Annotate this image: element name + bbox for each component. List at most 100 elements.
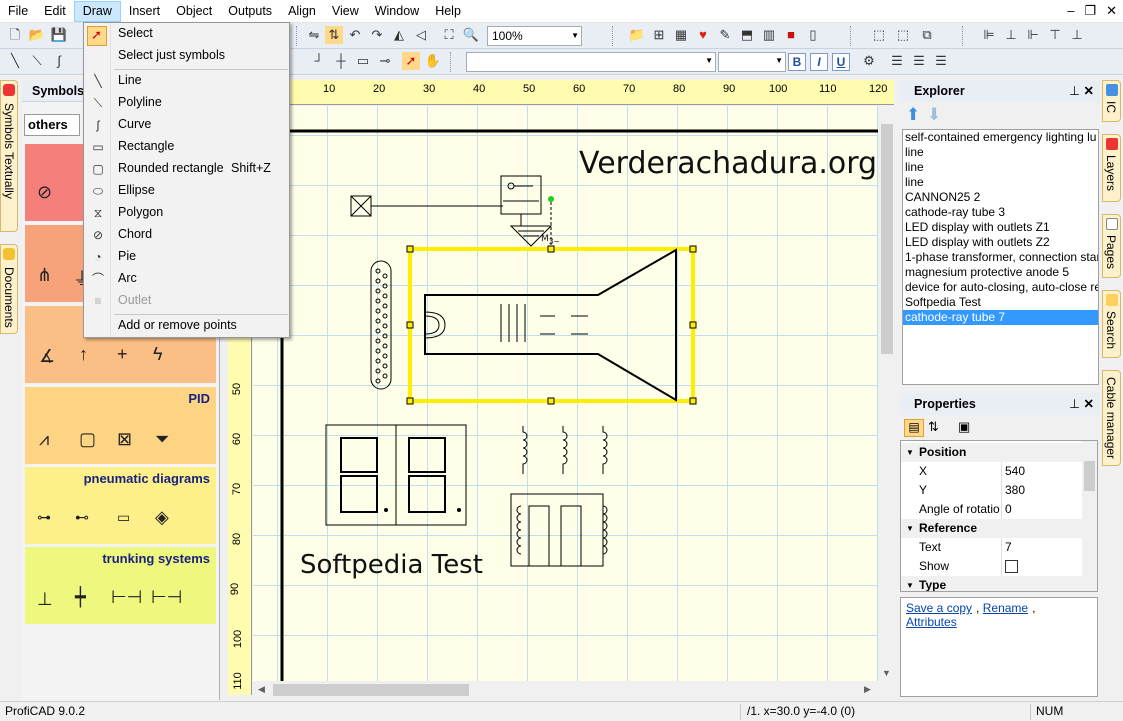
symbol-lightning-icon[interactable]: ϟ [153,344,163,365]
bold-button[interactable]: B [788,53,806,71]
menu-outputs[interactable]: Outputs [220,1,280,22]
new-file-icon[interactable]: 🗋 [6,26,24,44]
tab-documents[interactable]: Documents [0,244,18,334]
scroll-down-icon[interactable]: ▼ [882,668,891,678]
page-icon[interactable]: ▯ [804,26,822,44]
symbol-valve-icon[interactable]: ⩘ [39,429,49,450]
menu-view[interactable]: View [324,1,367,22]
symbol-angle-icon[interactable]: ∡ [39,346,55,367]
arrow-down-icon[interactable]: ⬇ [927,105,941,125]
open-folder-icon[interactable]: 📂 [28,26,46,44]
wire-icon[interactable]: ┘ [310,52,328,70]
curve-tool-icon[interactable]: ∫ [50,52,68,70]
book-icon[interactable]: ▥ [760,26,778,44]
list-item[interactable]: Softpedia Test [903,295,1098,310]
symbol-antenna-icon[interactable]: ⊥ [37,589,53,610]
scroll-left-icon[interactable]: ◀ [258,684,265,695]
menu-edit[interactable]: Edit [36,1,74,22]
menu-insert[interactable]: Insert [121,1,168,22]
align-left-icon[interactable]: ⊫ [980,26,998,44]
font-size-select[interactable]: ▼ [718,52,786,72]
tab-pages[interactable]: Pages [1102,214,1121,278]
property-row-x[interactable]: X 540 [901,462,1084,481]
list-item[interactable]: device for auto-closing, auto-close re [903,280,1098,295]
property-row-y[interactable]: Y 380 [901,481,1084,500]
menu-item-select-just-symbols[interactable]: Select just symbols [85,45,288,67]
property-value[interactable]: 540 [1005,462,1025,481]
text-settings-icon[interactable]: ⚙ [860,52,878,70]
list-item[interactable]: cathode-ray tube 3 [903,205,1098,220]
mirror-icon[interactable]: ◭ [390,26,408,44]
mirror-left-icon[interactable]: ◁ [412,26,430,44]
category-select[interactable]: others [24,114,80,136]
menu-item-curve[interactable]: ʃ Curve [85,114,288,136]
symbol-resistor-icon[interactable]: ⋔ [37,265,52,286]
rotate-left-icon[interactable]: ↶ [346,26,364,44]
symbols-icon[interactable]: ⬒ [738,26,756,44]
menu-object[interactable]: Object [168,1,220,22]
heart-icon[interactable]: ♥ [694,26,712,44]
wand-icon[interactable]: ✎ [716,26,734,44]
list-item[interactable]: line [903,175,1098,190]
components-icon[interactable]: ▦ [672,26,690,44]
flip-vertical-icon[interactable]: ⇅ [325,26,343,44]
list-item[interactable]: self-contained emergency lighting lu [903,130,1098,145]
property-group-reference[interactable]: ▼ Reference [901,519,1084,538]
list-item[interactable]: CANNON25 2 [903,190,1098,205]
property-row-text[interactable]: Text 7 [901,538,1084,557]
symbol-junction-icon[interactable]: ┿ [75,587,86,608]
rotate-right-icon[interactable]: ↷ [368,26,386,44]
list-item-selected[interactable]: cathode-ray tube 7 [903,310,1098,325]
rename-link[interactable]: Rename [983,601,1028,615]
canvas-vertical-scrollbar[interactable]: ▼ [878,106,896,681]
menu-item-pie[interactable]: ◔ Pie [85,246,288,268]
menu-item-ellipse[interactable]: ⬭ Ellipse [85,180,288,202]
menu-window[interactable]: Window [367,1,427,22]
property-value[interactable]: 0 [1005,500,1012,519]
menu-help[interactable]: Help [427,1,469,22]
restore-icon[interactable]: ❐ [1084,3,1096,19]
close-icon[interactable]: ✕ [1084,80,1094,102]
menu-item-arc[interactable]: ⌒ Arc [85,268,288,290]
text-align-left-icon[interactable]: ☰ [888,52,906,70]
font-family-select[interactable]: ▼ [466,52,716,72]
folder-icon[interactable]: 📁 [628,26,646,44]
node-icon[interactable]: ┼ [332,52,350,70]
zoom-icon[interactable]: 🔍 [462,26,480,44]
categorized-icon[interactable]: ▤ [904,419,924,437]
list-item[interactable]: 1-phase transformer, connection star [903,250,1098,265]
symbol-line-icon[interactable]: ⊢⊣ [111,587,142,608]
group-icon[interactable]: ⬚ [870,26,888,44]
sort-alpha-icon[interactable]: ⇅ [928,419,939,435]
layers-color-icon[interactable]: ■ [782,26,800,44]
property-value[interactable]: 380 [1005,481,1025,500]
text-align-center-icon[interactable]: ☰ [910,52,928,70]
line-tool-icon[interactable]: ╲ [6,52,24,70]
drawing-canvas[interactable]: Verderachadura.org Softpedia Test M3~ [253,106,878,681]
close-icon[interactable]: ✕ [1106,3,1117,19]
tab-ic[interactable]: IC [1102,80,1121,122]
menu-item-polygon[interactable]: ⧖ Polygon [85,202,288,224]
arrow-up-icon[interactable]: ⬆ [906,105,920,125]
symbol-piston-icon[interactable]: ⊷ [75,509,89,526]
save-icon[interactable]: 💾 [50,26,68,44]
menu-draw[interactable]: Draw [73,0,121,22]
attributes-link[interactable]: Attributes [906,615,957,629]
polyline-tool-icon[interactable]: ⟍ [28,52,46,70]
scroll-thumb[interactable] [1084,461,1095,491]
symbol-arrow-up-icon[interactable]: ↑ [79,344,88,365]
flip-horizontal-icon[interactable]: ⇋ [305,26,323,44]
properties-scrollbar[interactable] [1082,441,1097,591]
menu-item-chord[interactable]: ⊘ Chord [85,224,288,246]
select-tool-icon[interactable]: ➚ [402,52,420,70]
scroll-thumb[interactable] [881,124,893,354]
tab-search[interactable]: Search [1102,290,1121,358]
connector-icon[interactable]: ⊸ [376,52,394,70]
symbol-filter-icon[interactable]: ▭ [117,509,130,526]
ungroup-icon[interactable]: ⬚ [894,26,912,44]
italic-button[interactable]: I [810,53,828,71]
underline-button[interactable]: U [832,53,850,71]
menu-item-line[interactable]: ╲ Line [85,70,288,92]
list-item[interactable]: line [903,160,1098,175]
canvas-horizontal-scrollbar[interactable]: ◀ ▶ [253,681,878,699]
